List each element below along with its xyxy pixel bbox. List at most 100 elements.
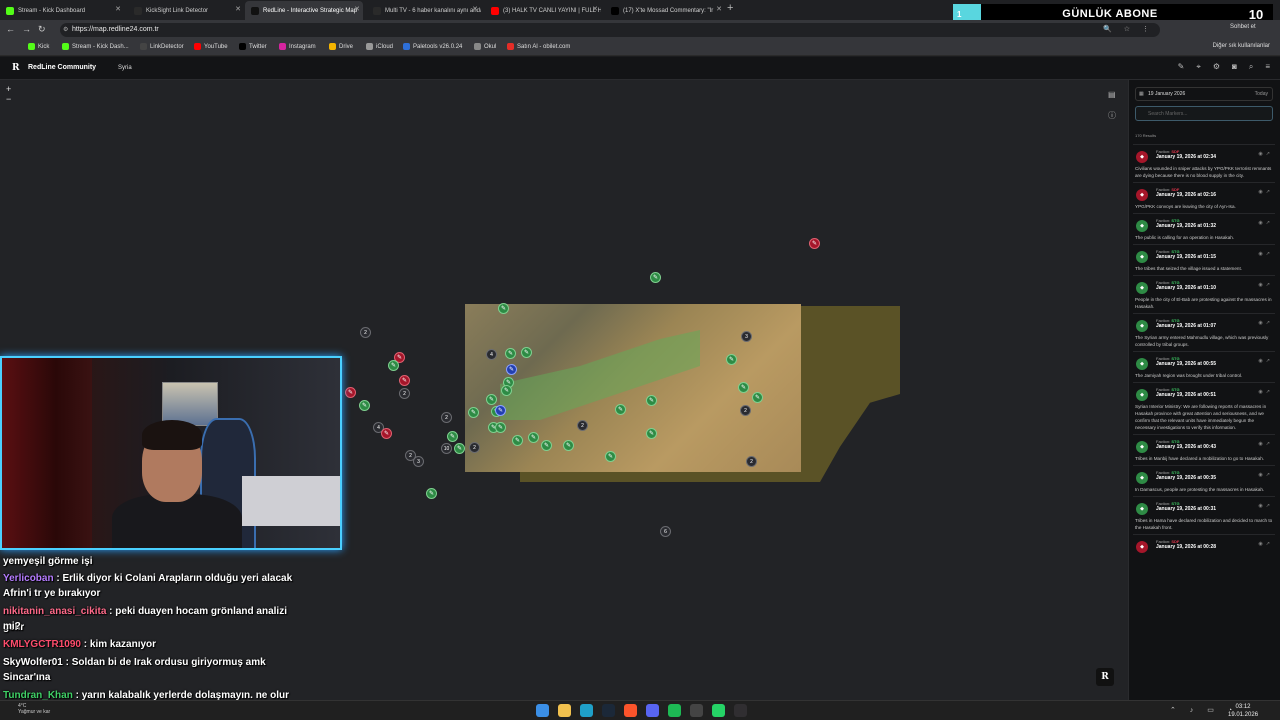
steam-icon[interactable] xyxy=(602,704,615,717)
browser-tab[interactable]: (17) X'te Mossad Commentary: "Ir ✕ xyxy=(605,1,725,20)
windows-start-icon[interactable] xyxy=(536,704,549,717)
back-icon[interactable]: ← xyxy=(6,24,15,34)
map-marker[interactable]: ✎ xyxy=(809,238,820,249)
map-marker[interactable]: ✎ xyxy=(505,348,516,359)
brave-icon[interactable] xyxy=(624,704,637,717)
app-logo[interactable]: R xyxy=(12,63,19,73)
bookmark-item[interactable]: Twitter xyxy=(239,43,267,50)
edge-icon[interactable] xyxy=(580,704,593,717)
map-marker[interactable]: ✎ xyxy=(381,428,392,439)
menu-icon[interactable]: ≡ xyxy=(1265,62,1270,72)
map-marker[interactable]: 2 xyxy=(399,388,410,399)
external-link-icon[interactable]: ↗ xyxy=(1266,389,1273,395)
map-marker[interactable]: ✎ xyxy=(495,405,506,416)
settings-icon[interactable]: ⚙ xyxy=(1213,62,1220,72)
event-card[interactable]: ◆ Faction: STG January 19, 2026 at 01:15 ◉↗… xyxy=(1133,244,1275,275)
external-link-icon[interactable]: ↗ xyxy=(1266,282,1273,288)
map-marker[interactable]: 2 xyxy=(740,405,751,416)
obs-icon[interactable] xyxy=(734,704,747,717)
marker-search-input[interactable]: Search Markers... xyxy=(1135,106,1273,121)
external-link-icon[interactable]: ↗ xyxy=(1266,503,1273,509)
eye-icon[interactable]: ◉ xyxy=(1258,151,1265,157)
map-marker[interactable]: 4 xyxy=(486,349,497,360)
map-marker[interactable]: 2 xyxy=(746,456,757,467)
map-marker[interactable]: 2 xyxy=(469,442,480,453)
map-marker[interactable]: 6 xyxy=(660,526,671,537)
new-tab-button[interactable]: + xyxy=(727,2,733,14)
pencil-icon[interactable]: ✎ xyxy=(1178,62,1185,72)
weather-widget[interactable]: 4°C Yağmur ve kar xyxy=(18,703,50,715)
tab-close-icon[interactable]: ✕ xyxy=(592,5,598,13)
external-link-icon[interactable]: ↗ xyxy=(1266,220,1273,226)
bookmark-item[interactable]: YouTube xyxy=(194,43,228,50)
eye-icon[interactable]: ◉ xyxy=(1258,472,1265,478)
eye-icon[interactable]: ◉ xyxy=(1258,320,1265,326)
other-bookmarks[interactable]: Diğer sık kullanılanlar xyxy=(1213,43,1270,49)
url-bar[interactable]: ⚙ https://map.redline24.com.tr 🔍 ☆ ⋮ xyxy=(60,23,1160,37)
eye-icon[interactable]: ◉ xyxy=(1258,251,1265,257)
event-card[interactable]: ◆ Faction: STG January 19, 2026 at 00:51 ◉↗… xyxy=(1133,382,1275,434)
map-marker[interactable]: ✎ xyxy=(426,488,437,499)
external-link-icon[interactable]: ↗ xyxy=(1266,320,1273,326)
map-corner-logo[interactable]: R xyxy=(1096,668,1114,686)
discord-icon[interactable] xyxy=(646,704,659,717)
event-card[interactable]: ◆ Faction: STG January 19, 2026 at 00:35 ◉↗… xyxy=(1133,465,1275,496)
external-link-icon[interactable]: ↗ xyxy=(1266,189,1273,195)
map-marker[interactable]: 3 xyxy=(413,456,424,467)
browser-tab[interactable]: (3) HALK TV CANLI YAYINI | FULL HD ✕ xyxy=(485,1,601,20)
map-marker[interactable]: ✎ xyxy=(506,364,517,375)
map-marker[interactable]: ✎ xyxy=(447,431,458,442)
whatsapp-icon[interactable] xyxy=(712,704,725,717)
bookmark-item[interactable]: Satın Al - obilet.com xyxy=(507,43,570,50)
taskbar-clock[interactable]: 03:12 19.01.2026 xyxy=(1228,703,1258,719)
tab-close-icon[interactable]: ✕ xyxy=(115,5,121,13)
browser-tab[interactable]: KickSight Link Detector ✕ xyxy=(128,1,244,20)
eye-icon[interactable]: ◉ xyxy=(1258,389,1265,395)
map-marker[interactable]: ✎ xyxy=(528,432,539,443)
today-button[interactable]: Today xyxy=(1255,88,1268,101)
event-card[interactable]: ◆ Faction: STG January 19, 2026 at 00:55 ◉↗… xyxy=(1133,351,1275,382)
layers-icon[interactable]: ▤ xyxy=(1108,90,1116,99)
map-marker[interactable]: 2 xyxy=(441,412,452,423)
event-card[interactable]: ◆ Faction: STG January 19, 2026 at 00:43 ◉↗… xyxy=(1133,434,1275,465)
map-marker[interactable]: ✎ xyxy=(605,451,616,462)
map-marker[interactable]: ✎ xyxy=(345,387,356,398)
eye-icon[interactable]: ◉ xyxy=(1258,503,1265,509)
map-marker[interactable]: ✎ xyxy=(646,428,657,439)
map-marker[interactable]: ✎ xyxy=(563,440,574,451)
map-marker[interactable]: ✎ xyxy=(512,435,523,446)
map-marker[interactable]: ✎ xyxy=(486,394,497,405)
region-selector[interactable]: Syria xyxy=(118,65,132,71)
zoom-out-button[interactable]: − xyxy=(6,94,11,104)
external-link-icon[interactable]: ↗ xyxy=(1266,358,1273,364)
map-marker[interactable]: ✎ xyxy=(495,422,506,433)
map-marker[interactable]: ✎ xyxy=(541,440,552,451)
external-link-icon[interactable]: ↗ xyxy=(1266,541,1273,547)
site-info-icon[interactable]: ⚙ xyxy=(63,23,68,37)
browser-tab[interactable]: Stream - Kick Dashboard ✕ xyxy=(0,1,124,20)
map-marker[interactable]: ✎ xyxy=(650,272,661,283)
app-icon[interactable] xyxy=(690,704,703,717)
external-link-icon[interactable]: ↗ xyxy=(1266,251,1273,257)
tab-close-icon[interactable]: ✕ xyxy=(716,5,722,13)
map-marker[interactable]: 2 xyxy=(577,420,588,431)
date-picker[interactable]: ▦ 19 January 2026 Today xyxy=(1135,87,1273,101)
event-card[interactable]: ◆ Faction: STG January 19, 2026 at 01:10 ◉↗… xyxy=(1133,275,1275,313)
address-action-icons[interactable]: 🔍 ☆ ⋮ xyxy=(1103,23,1154,37)
file-explorer-icon[interactable] xyxy=(558,704,571,717)
tab-close-icon[interactable]: ✕ xyxy=(472,5,478,13)
map-marker[interactable]: ✎ xyxy=(388,360,399,371)
reload-icon[interactable]: ↻ xyxy=(38,24,46,35)
eye-icon[interactable]: ◉ xyxy=(1258,541,1265,547)
event-card[interactable]: ◆ Faction: STG January 19, 2026 at 01:07 ◉↗… xyxy=(1133,313,1275,351)
forward-icon[interactable]: → xyxy=(22,24,31,34)
map-marker[interactable]: ✎ xyxy=(738,382,749,393)
external-link-icon[interactable]: ↗ xyxy=(1266,472,1273,478)
eye-icon[interactable]: ◉ xyxy=(1258,189,1265,195)
pin-icon[interactable]: ⌖ xyxy=(1196,62,1201,72)
bookmark-item[interactable]: iCloud xyxy=(366,43,393,50)
tab-close-icon[interactable]: ✕ xyxy=(354,5,360,13)
bookmark-item[interactable]: Paletools v26.0.24 xyxy=(403,43,462,50)
map-marker[interactable]: ✎ xyxy=(752,392,763,403)
bookmark-item[interactable]: Instagram xyxy=(279,43,316,50)
